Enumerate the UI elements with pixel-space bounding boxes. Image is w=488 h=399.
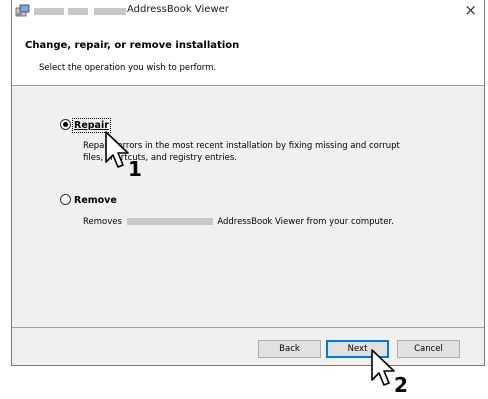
cancel-button[interactable]: Cancel [397, 340, 460, 358]
installer-app-icon [15, 4, 30, 17]
redacted-product-name [94, 8, 126, 15]
redacted-product-name [68, 8, 88, 15]
installer-window: AddressBook Viewer × Change, repair, or … [11, 0, 485, 366]
remove-description-suffix: AddressBook Viewer from your computer. [217, 217, 394, 227]
repair-radio[interactable] [60, 119, 71, 130]
mouse-pointer-icon [105, 131, 129, 168]
back-button[interactable]: Back [258, 340, 321, 358]
dialog-header: Change, repair, or remove installation S… [12, 22, 484, 86]
window-title: AddressBook Viewer [127, 4, 229, 15]
page-subtitle: Select the operation you wish to perform… [39, 63, 217, 73]
remove-radio[interactable] [60, 194, 71, 205]
remove-description-prefix: Removes [83, 217, 122, 227]
remove-label[interactable]: Remove [74, 195, 117, 206]
repair-option[interactable]: Repair [60, 118, 111, 133]
page-title: Change, repair, or remove installation [25, 40, 240, 51]
redacted-product-name [126, 218, 213, 225]
remove-description: Removes AddressBook Viewer from your com… [83, 216, 394, 228]
remove-option[interactable]: Remove [60, 194, 117, 206]
footer-divider [12, 327, 484, 328]
repair-description-line: Repairs errors in the most recent instal… [83, 141, 400, 151]
step-1-marker: 1 [128, 157, 142, 181]
close-button[interactable]: × [464, 1, 477, 19]
redacted-product-name [34, 8, 64, 15]
step-2-marker: 2 [394, 373, 408, 397]
mouse-pointer-icon [371, 349, 395, 386]
title-bar: AddressBook Viewer × [12, 0, 484, 22]
